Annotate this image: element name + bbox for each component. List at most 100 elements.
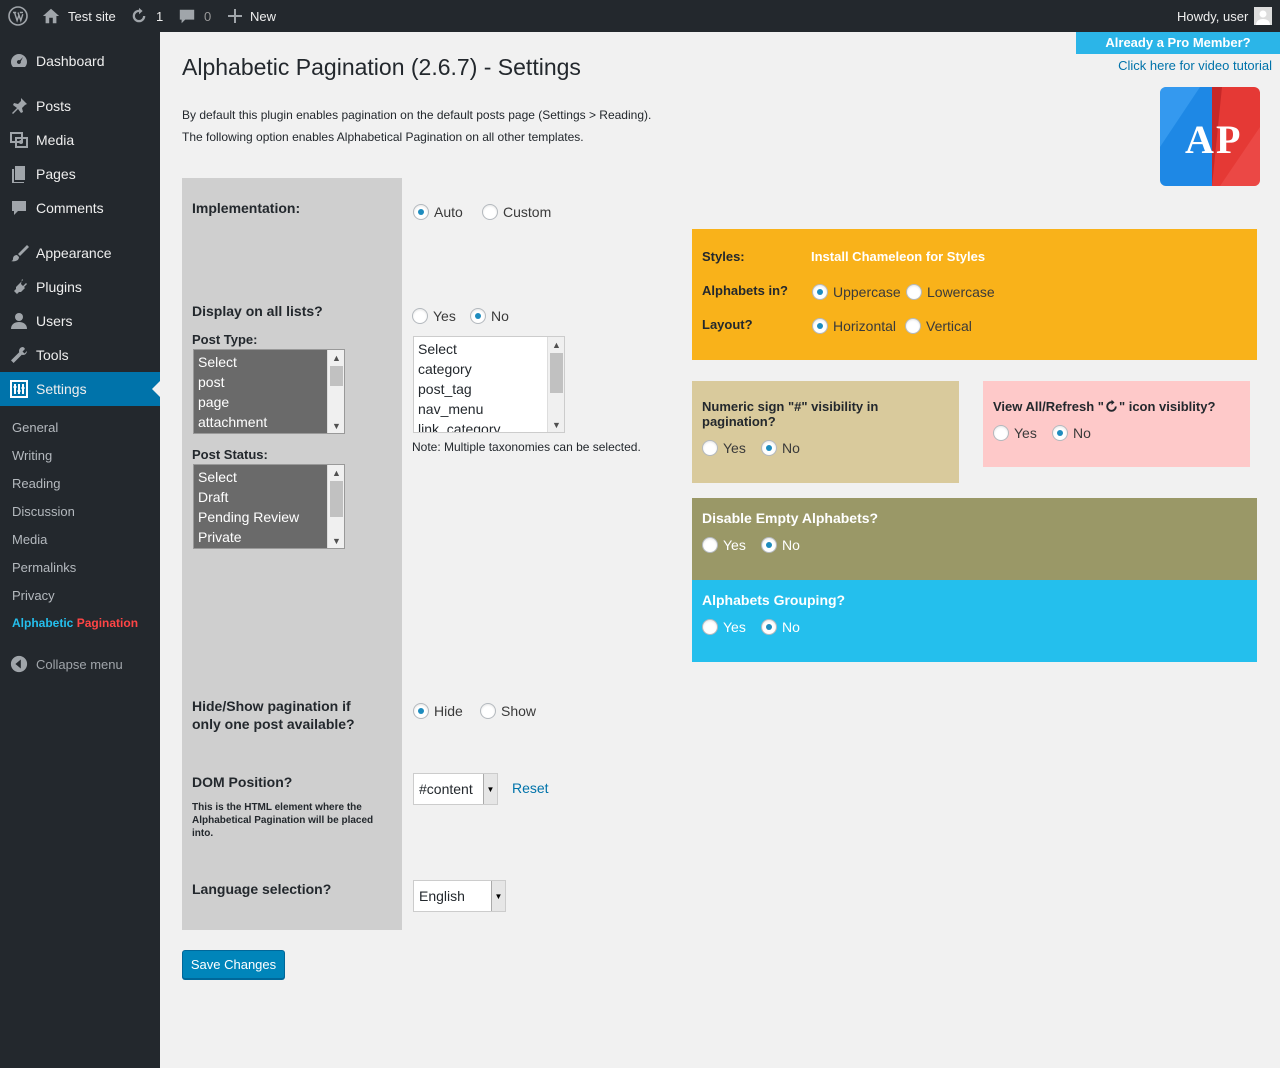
logo-letter-a: A [1185, 117, 1214, 162]
display-all-no-radio[interactable]: No [470, 308, 509, 324]
plugin-name-part-2: Pagination [76, 616, 139, 630]
list-item[interactable]: link_category [414, 419, 564, 432]
scroll-down-icon[interactable]: ▼ [328, 533, 344, 548]
chameleon-link[interactable]: Install Chameleon for Styles [811, 249, 985, 264]
refresh-icon [1106, 399, 1117, 412]
scroll-down-icon[interactable]: ▼ [328, 418, 344, 433]
submenu-discussion[interactable]: Discussion [12, 504, 75, 519]
dashboard-icon [9, 51, 29, 71]
site-name-link[interactable]: Test site [42, 0, 116, 32]
list-item[interactable]: attachment [194, 412, 344, 432]
sidebar-item-appearance[interactable]: Appearance [0, 236, 160, 270]
submenu-reading[interactable]: Reading [12, 476, 60, 491]
display-all-yes-radio[interactable]: Yes [412, 308, 456, 324]
new-content-link[interactable]: New [228, 0, 276, 32]
list-item[interactable]: post_tag [414, 379, 564, 399]
post-type-listbox[interactable]: Select post page attachment ▲ ▼ [193, 349, 345, 434]
grouping-yes-radio[interactable]: Yes [702, 619, 746, 635]
view-all-label-b: " icon visiblity? [1118, 399, 1216, 414]
empty-alphabets-box: Disable Empty Alphabets? Yes No [692, 498, 1257, 580]
submenu-general[interactable]: General [12, 420, 58, 435]
empty-no-radio[interactable]: No [761, 537, 800, 553]
list-item[interactable]: page [194, 392, 344, 412]
view-all-label: View All/Refresh " " icon visiblity? [993, 399, 1215, 414]
scrollbar[interactable]: ▲ ▼ [547, 337, 564, 432]
list-item[interactable]: Select [194, 467, 344, 487]
dropdown-arrow-icon[interactable]: ▼ [491, 881, 505, 911]
scrollbar[interactable]: ▲ ▼ [327, 350, 344, 433]
numeric-no-radio[interactable]: No [761, 440, 800, 456]
submenu-privacy[interactable]: Privacy [12, 588, 55, 603]
scroll-thumb[interactable] [330, 481, 343, 517]
view-all-yes-radio[interactable]: Yes [993, 425, 1037, 441]
sidebar-item-comments[interactable]: Comments [0, 191, 160, 225]
avatar [1254, 7, 1273, 25]
implementation-auto-radio[interactable]: Auto [413, 204, 463, 220]
collapse-menu-button[interactable]: Collapse menu [0, 647, 160, 681]
sidebar-item-plugins[interactable]: Plugins [0, 270, 160, 304]
scroll-up-icon[interactable]: ▲ [328, 350, 344, 365]
submenu-permalinks[interactable]: Permalinks [12, 560, 76, 575]
wordpress-logo-icon[interactable] [8, 0, 28, 32]
language-select[interactable]: English ▼ [413, 880, 506, 912]
view-all-no-radio[interactable]: No [1052, 425, 1091, 441]
list-item[interactable]: post [194, 372, 344, 392]
numeric-sign-box: Numeric sign "#" visibility in paginatio… [692, 381, 959, 483]
scroll-down-icon[interactable]: ▼ [548, 417, 564, 432]
sidebar-item-posts[interactable]: Posts [0, 89, 160, 123]
pro-member-button[interactable]: Already a Pro Member? [1076, 32, 1280, 54]
radio-label: Yes [723, 440, 746, 456]
scroll-up-icon[interactable]: ▲ [548, 337, 564, 352]
display-all-label: Display on all lists? [192, 303, 323, 319]
radio-dot [413, 703, 429, 719]
hide-radio[interactable]: Hide [413, 703, 463, 719]
language-label: Language selection? [192, 881, 332, 897]
plug-icon [9, 277, 29, 297]
sidebar-item-settings[interactable]: Settings [0, 372, 160, 406]
updates-link[interactable]: 1 [130, 0, 163, 32]
reset-link[interactable]: Reset [512, 780, 549, 796]
dom-position-select[interactable]: #content ▼ [413, 773, 498, 805]
styles-box: Styles: Install Chameleon for Styles Alp… [692, 229, 1257, 360]
empty-yes-radio[interactable]: Yes [702, 537, 746, 553]
list-item[interactable]: Private [194, 527, 344, 547]
list-item[interactable]: category [414, 359, 564, 379]
dropdown-arrow-icon[interactable]: ▼ [483, 774, 497, 804]
sidebar-item-label: Media [36, 132, 75, 148]
account-link[interactable]: Howdy, user [1177, 0, 1273, 32]
list-item[interactable]: Select [414, 339, 564, 359]
radio-label: Uppercase [833, 284, 901, 300]
logo-letter-p: P [1216, 117, 1240, 162]
taxonomy-listbox[interactable]: Select category post_tag nav_menu link_c… [413, 336, 565, 433]
sidebar-item-media[interactable]: Media [0, 123, 160, 157]
video-tutorial-link[interactable]: Click here for video tutorial [1100, 58, 1272, 73]
scrollbar[interactable]: ▲ ▼ [327, 465, 344, 548]
select-value: English [419, 888, 465, 904]
hide-show-label-2: only one post available? [192, 716, 355, 732]
list-item[interactable]: Select [194, 352, 344, 372]
sidebar-item-tools[interactable]: Tools [0, 338, 160, 372]
list-item[interactable]: Draft [194, 487, 344, 507]
submenu-media[interactable]: Media [12, 532, 47, 547]
grouping-no-radio[interactable]: No [761, 619, 800, 635]
horizontal-radio[interactable]: Horizontal [812, 318, 896, 334]
show-radio[interactable]: Show [480, 703, 536, 719]
comments-link[interactable]: 0 [178, 0, 211, 32]
post-status-listbox[interactable]: Select Draft Pending Review Private ▲ ▼ [193, 464, 345, 549]
sidebar-item-dashboard[interactable]: Dashboard [0, 44, 160, 78]
save-changes-button[interactable]: Save Changes [182, 950, 285, 979]
vertical-radio[interactable]: Vertical [905, 318, 972, 334]
scroll-thumb[interactable] [550, 353, 563, 393]
list-item[interactable]: Pending Review [194, 507, 344, 527]
lowercase-radio[interactable]: Lowercase [906, 284, 995, 300]
uppercase-radio[interactable]: Uppercase [812, 284, 901, 300]
submenu-alphabetic-pagination[interactable]: Alphabetic Pagination [12, 616, 138, 630]
list-item[interactable]: nav_menu [414, 399, 564, 419]
implementation-custom-radio[interactable]: Custom [482, 204, 551, 220]
scroll-thumb[interactable] [330, 366, 343, 386]
sidebar-item-users[interactable]: Users [0, 304, 160, 338]
scroll-up-icon[interactable]: ▲ [328, 465, 344, 480]
submenu-writing[interactable]: Writing [12, 448, 52, 463]
numeric-yes-radio[interactable]: Yes [702, 440, 746, 456]
sidebar-item-pages[interactable]: Pages [0, 157, 160, 191]
